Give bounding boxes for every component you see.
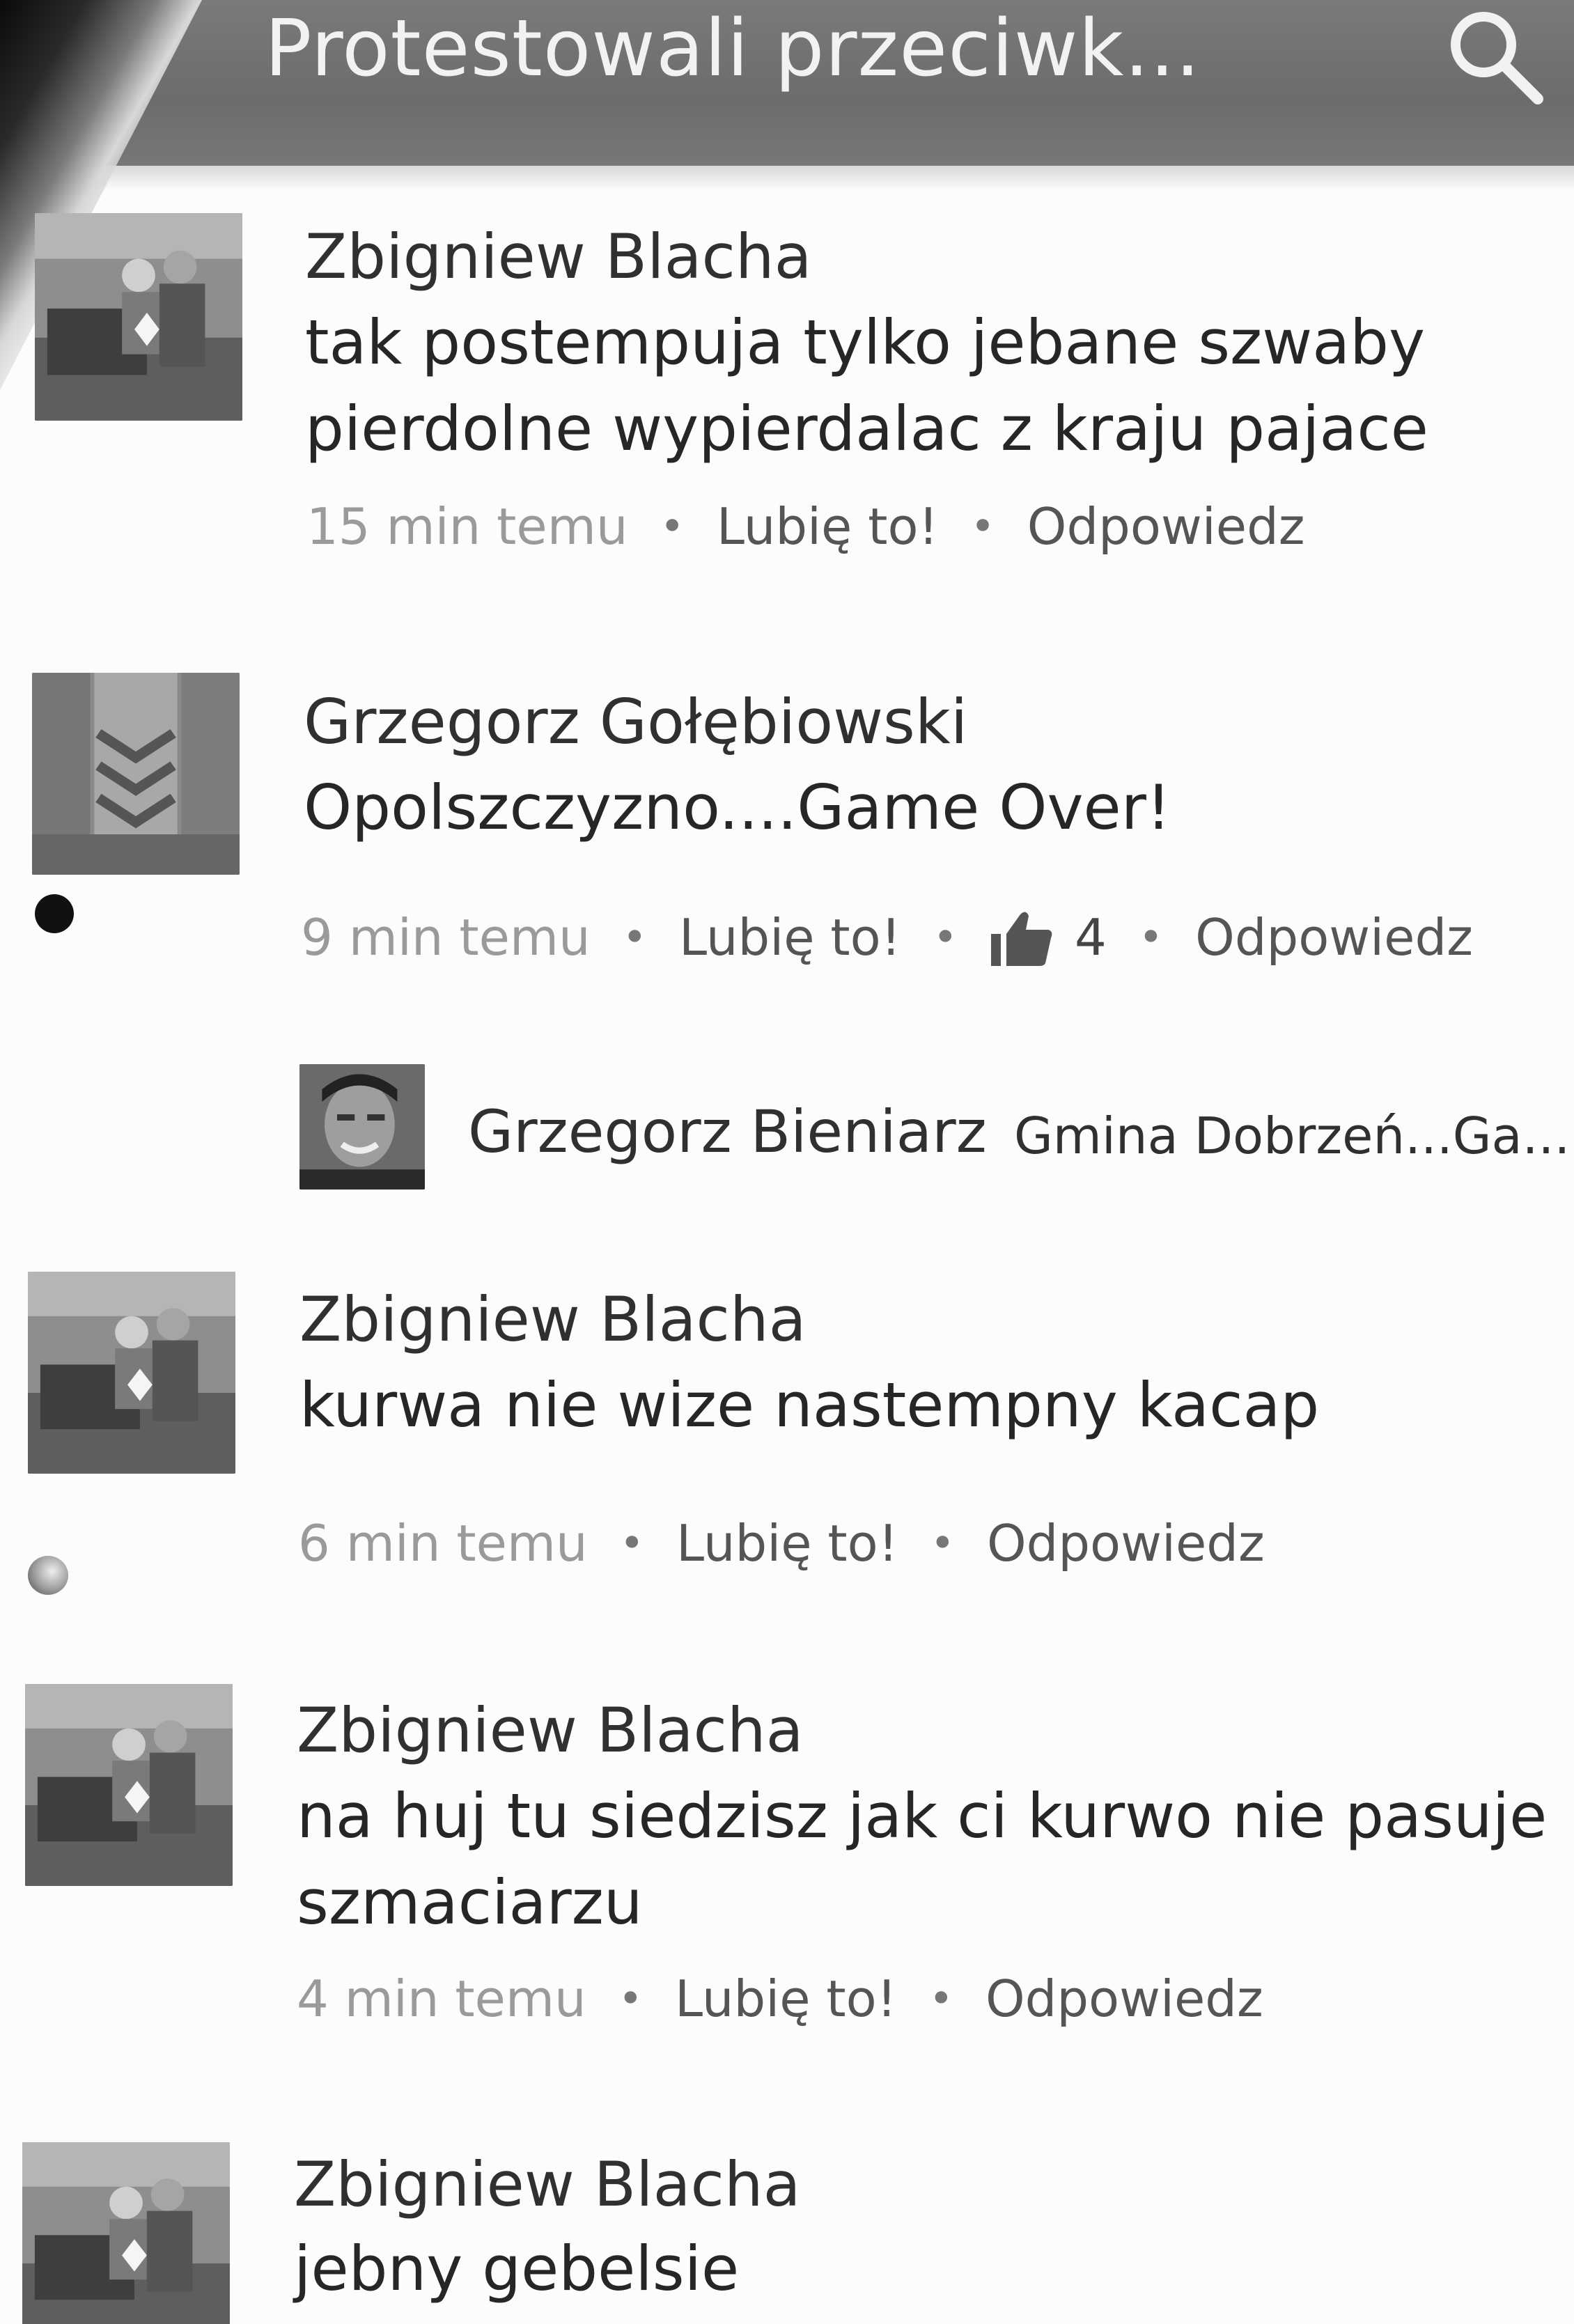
comment-text: jebny gebelsie: [294, 2233, 740, 2304]
separator-dot: •: [928, 1974, 953, 2023]
comment-timestamp: 6 min temu: [298, 1514, 588, 1573]
comment-meta: 6 min temu • Lubię to! • Odpowiedz: [298, 1508, 1265, 1578]
top-bar: Protestowali przeciwk...: [0, 0, 1574, 166]
comment-text: Opolszczyzno....Game Over!: [304, 772, 1171, 843]
comment-author[interactable]: Grzegorz Gołębiowski: [304, 684, 967, 761]
comment-author[interactable]: Zbigniew Blacha: [305, 219, 812, 295]
comment-author[interactable]: Zbigniew Blacha: [297, 1692, 804, 1769]
reply-text[interactable]: Gmina Dobrzeń...Ga...: [1014, 1098, 1570, 1174]
comments-screen: Protestowali przeciwk... Zbigniew Blacha…: [0, 0, 1574, 2324]
separator-dot: •: [618, 1974, 644, 2023]
like-link[interactable]: Lubię to!: [676, 1508, 898, 1578]
avatar[interactable]: [28, 1272, 235, 1474]
reply-link[interactable]: Odpowiedz: [1195, 903, 1473, 972]
separator-dot: •: [1138, 913, 1164, 962]
comment-author[interactable]: Zbigniew Blacha: [294, 2146, 801, 2223]
punch-hole: [28, 1556, 68, 1595]
avatar[interactable]: [22, 2142, 230, 2324]
thumbs-up-icon: [990, 907, 1054, 967]
page-title: Protestowali przeciwk...: [265, 3, 1201, 94]
comment-timestamp: 15 min temu: [306, 497, 628, 556]
separator-dot: •: [930, 1519, 955, 1568]
like-count: 4: [1074, 908, 1107, 967]
comment-text: pierdolne wypierdalac z kraju pajace: [305, 393, 1428, 465]
like-link[interactable]: Lubię to!: [717, 492, 939, 561]
punch-hole: [35, 894, 74, 933]
reply-link[interactable]: Odpowiedz: [985, 1964, 1263, 2034]
comment-meta: 15 min temu • Lubię to! • Odpowiedz: [306, 492, 1305, 561]
separator-dot: •: [619, 1519, 645, 1568]
search-icon[interactable]: [1442, 4, 1546, 109]
avatar[interactable]: [32, 673, 240, 875]
separator-dot: •: [660, 502, 685, 551]
separator-dot: •: [622, 913, 648, 962]
comment-text: tak postempuja tylko jebane szwaby: [305, 306, 1426, 378]
comment-timestamp: 4 min temu: [297, 1970, 586, 2028]
comment-text: szmaciarzu: [297, 1866, 643, 1938]
reply-author[interactable]: Grzegorz Bieniarz: [468, 1093, 987, 1170]
comment-text: na huj tu siedzisz jak ci kurwo nie pasu…: [297, 1780, 1548, 1852]
reply-link[interactable]: Odpowiedz: [1027, 492, 1305, 561]
reply-avatar[interactable]: [299, 1064, 425, 1190]
comment-text: kurwa nie wize nastempny kacap: [299, 1369, 1320, 1441]
header-shadow: [0, 166, 1574, 191]
like-link[interactable]: Lubię to!: [679, 903, 901, 972]
comment-meta: 9 min temu • Lubię to! • 4 • Odpowiedz: [301, 903, 1473, 972]
avatar[interactable]: [35, 213, 242, 421]
like-link[interactable]: Lubię to!: [675, 1964, 897, 2034]
separator-dot: •: [933, 913, 958, 962]
avatar[interactable]: [25, 1684, 233, 1886]
separator-dot: •: [970, 502, 995, 551]
comment-author[interactable]: Zbigniew Blacha: [299, 1281, 807, 1358]
comment-timestamp: 9 min temu: [301, 908, 591, 967]
comment-meta: 4 min temu • Lubię to! • Odpowiedz: [297, 1964, 1263, 2034]
reply-link[interactable]: Odpowiedz: [987, 1508, 1265, 1578]
